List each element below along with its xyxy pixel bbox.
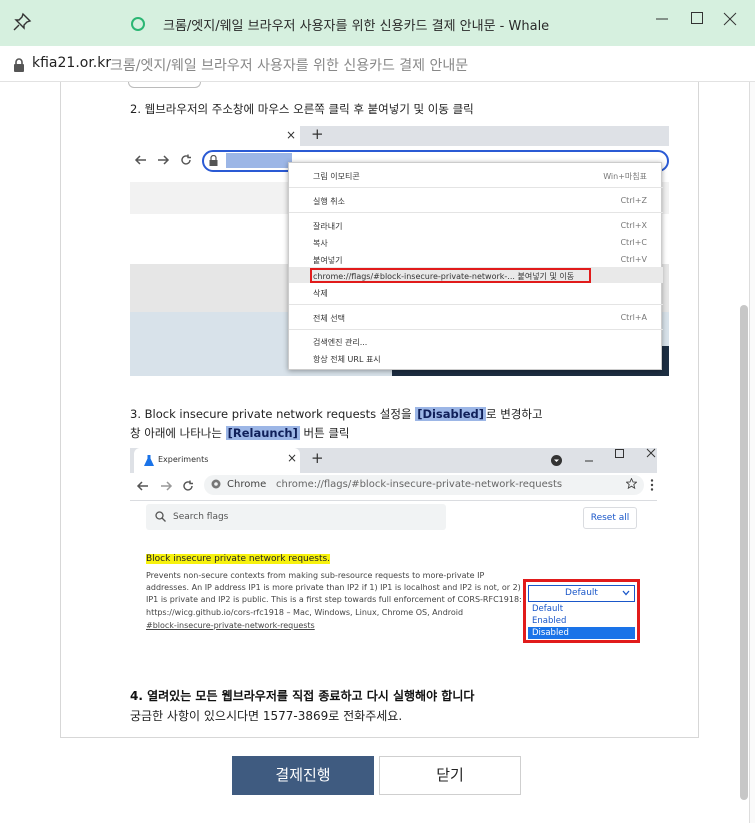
lock-icon <box>209 155 218 166</box>
step3-pre: 3. Block insecure private network reques… <box>130 407 416 421</box>
menu-item: 잘라내기 <box>313 222 343 231</box>
menu-shortcut: Ctrl+X <box>620 221 647 230</box>
background-page-edge <box>749 82 755 823</box>
address-bar[interactable]: kfia21.or.kr 크롬/엣지/웨일 브라우저 사용자를 위한 신용카드 … <box>0 46 755 82</box>
menu-shortcut: Ctrl+V <box>620 255 647 264</box>
menu-separator <box>289 212 663 213</box>
tab-strip-bg <box>300 126 669 146</box>
step3-text: 3. Block insecure private network reques… <box>130 406 543 422</box>
search-flags-placeholder: Search flags <box>173 512 229 522</box>
lock-icon <box>14 58 24 72</box>
contact-text: 궁금한 사항이 있으시다면 1577-3869로 전화주세요. <box>130 709 403 723</box>
step3b-text: 창 아래에 나타나는 [Relaunch] 버튼 클릭 <box>130 425 350 441</box>
popup-window: 크롬/엣지/웨일 브라우저 사용자를 위한 신용카드 결제 안내문 - Whal… <box>0 0 755 823</box>
address-page-title: 크롬/엣지/웨일 브라우저 사용자를 위한 신용카드 결제 안내문 <box>110 58 469 74</box>
search-icon <box>155 511 166 522</box>
step4-text: 4. 열려있는 모든 웹브라우저를 직접 종료하고 다시 실행해야 합니다 <box>130 689 475 703</box>
scrollbar-thumb[interactable] <box>740 305 748 800</box>
profile-menu-icon <box>551 455 562 466</box>
selected-url <box>226 153 292 168</box>
screenshot-flags: Experiments × + Chrome chrome://flags/#b… <box>130 448 657 658</box>
flag-link: #block-insecure-private-network-requests <box>146 621 315 630</box>
close-icon[interactable] <box>719 8 741 30</box>
step3b-pre: 창 아래에 나타나는 <box>130 426 226 440</box>
menu-item: 검색엔진 관리... <box>313 338 368 347</box>
divider <box>130 500 657 501</box>
menu-separator <box>289 329 663 330</box>
menu-item: 붙여넣기 <box>313 256 343 265</box>
reload-icon <box>181 154 191 165</box>
step3b-post: 버튼 클릭 <box>299 426 350 440</box>
minimize-icon <box>585 460 593 462</box>
step3-post: 로 변경하고 <box>486 407 543 421</box>
menu-shortcut: Ctrl+Z <box>620 196 647 205</box>
previous-section-button <box>128 82 201 88</box>
url-text: chrome://flags/#block-insecure-private-n… <box>276 479 563 490</box>
close-button[interactable]: 닫기 <box>379 756 521 795</box>
red-highlight-box <box>523 579 640 643</box>
new-tab-icon: + <box>311 126 324 143</box>
maximize-icon <box>615 449 624 458</box>
pin-icon[interactable] <box>12 12 32 32</box>
relaunch-highlight: [Relaunch] <box>225 426 300 440</box>
tab-close-icon: × <box>286 128 297 142</box>
flask-icon <box>144 455 154 466</box>
screenshot-context-menu: × + 그림 이모티콘 Win+마침표 실행 취소 Ctrl+Z 잘라내기 Ct… <box>130 126 669 376</box>
pay-button[interactable]: 결제진행 <box>232 756 374 795</box>
menu-separator <box>289 304 663 305</box>
new-tab-icon: + <box>311 449 324 467</box>
disabled-highlight: [Disabled] <box>415 407 486 421</box>
menu-item: 복사 <box>313 239 328 248</box>
more-menu-icon <box>650 479 654 491</box>
menu-shortcut: Ctrl+C <box>620 238 647 247</box>
context-menu: 그림 이모티콘 Win+마침표 실행 취소 Ctrl+Z 잘라내기 Ctrl+X… <box>288 162 663 370</box>
whale-loading-icon <box>131 17 145 31</box>
chrome-icon <box>211 479 221 489</box>
forward-icon <box>161 481 173 491</box>
star-icon <box>626 478 637 489</box>
step2-text: 2. 웹브라우저의 주소창에 마우스 오른쪽 클릭 후 붙여넣기 및 이동 클릭 <box>130 102 474 116</box>
menu-item: 항상 전체 URL 표시 <box>313 355 381 364</box>
back-icon <box>136 481 148 491</box>
menu-separator <box>289 187 663 188</box>
title-bar: 크롬/엣지/웨일 브라우저 사용자를 위한 신용카드 결제 안내문 - Whal… <box>0 0 755 46</box>
forward-icon <box>158 155 170 165</box>
flag-description: Prevents non-secure contexts from making… <box>146 571 522 617</box>
menu-item: 실행 취소 <box>313 197 345 206</box>
menu-shortcut: Ctrl+A <box>620 313 647 322</box>
maximize-icon[interactable] <box>686 8 708 30</box>
flag-title: Block insecure private network requests. <box>146 554 331 564</box>
reset-all-button: Reset all <box>583 507 637 529</box>
back-icon <box>134 155 146 165</box>
window-title: 크롬/엣지/웨일 브라우저 사용자를 위한 신용카드 결제 안내문 - Whal… <box>163 19 550 34</box>
chrome-label: Chrome <box>227 479 267 490</box>
menu-item: 그림 이모티콘 <box>313 172 360 181</box>
close-icon <box>646 448 656 458</box>
reload-icon <box>183 480 193 491</box>
tab-close-icon: × <box>287 451 298 465</box>
red-highlight-box <box>310 268 591 283</box>
tab-title: Experiments <box>158 455 209 464</box>
menu-shortcut: Win+마침표 <box>603 172 647 181</box>
menu-item: 삭제 <box>313 289 328 298</box>
minimize-icon[interactable] <box>651 8 673 30</box>
address-domain: kfia21.or.kr <box>32 55 112 71</box>
menu-item: 전체 선택 <box>313 314 345 323</box>
